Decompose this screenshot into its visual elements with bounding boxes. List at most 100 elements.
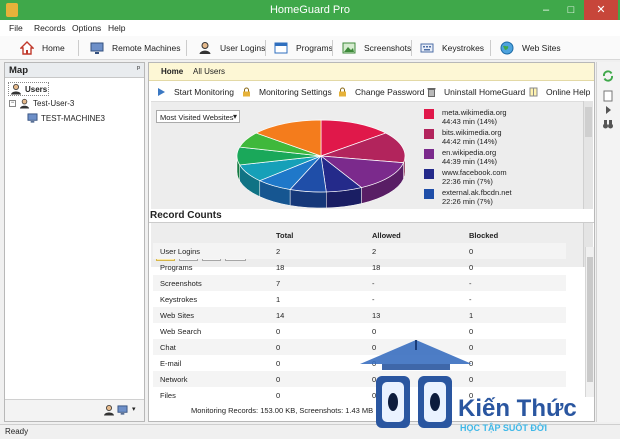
scrollbar-thumb[interactable] xyxy=(585,107,592,137)
window-title: HomeGuard Pro xyxy=(269,4,351,16)
monitoring-settings-button[interactable]: Monitoring Settings xyxy=(242,87,332,97)
legend-swatch xyxy=(424,189,434,199)
user-icon xyxy=(19,98,30,109)
add-computer-icon[interactable] xyxy=(117,405,128,415)
toolbar-separator xyxy=(186,40,187,56)
users-icon xyxy=(11,84,21,95)
chart-type-select[interactable]: Most Visited Websites ▾ xyxy=(156,110,240,123)
add-user-icon[interactable] xyxy=(103,404,115,416)
pin-icon[interactable]: ᵖ xyxy=(137,64,140,73)
uninstall-homeguard-button[interactable]: Uninstall HomeGuard xyxy=(427,87,525,97)
legend-site: en.wikipedia.org xyxy=(442,148,497,157)
table-row[interactable]: Programs 18 18 0 xyxy=(153,259,566,275)
tree-item-test-user-3[interactable]: − Test-User-3 xyxy=(9,98,74,109)
table-row[interactable]: User Logins 2 2 0 xyxy=(153,243,566,259)
dropdown-arrow-icon[interactable]: ▾ xyxy=(132,405,136,413)
record-counts-title: Record Counts xyxy=(149,209,594,223)
play-icon xyxy=(158,88,165,96)
record-total: 0 xyxy=(276,375,281,384)
maximize-button[interactable]: □ xyxy=(558,0,584,20)
kienthuc-watermark-logo: Kiến Thức HỌC TẬP SUỐT ĐỜI xyxy=(360,340,577,433)
record-total: 14 xyxy=(276,311,285,320)
legend-text: external.ak.fbcdn.net 22:26 min (7%) xyxy=(442,188,512,206)
arrow-right-icon[interactable] xyxy=(602,104,614,116)
legend-item[interactable]: www.facebook.com 22:36 min (7%) xyxy=(424,168,507,186)
legend-swatch xyxy=(424,109,434,119)
collapse-icon[interactable]: − xyxy=(9,100,16,107)
record-allowed: 18 xyxy=(372,263,381,272)
table-row[interactable]: Keystrokes 1 - - xyxy=(153,291,566,307)
monitor-icon xyxy=(90,42,104,54)
toolbar-web-sites-button[interactable]: Web Sites xyxy=(500,40,561,56)
map-panel: Map ᵖ Users − Test-User-3 TEST-MACHINE3 … xyxy=(4,62,145,422)
title-bar: HomeGuard Pro – □ ✕ xyxy=(0,0,620,20)
record-total: 7 xyxy=(276,279,281,288)
breadcrumb: Home All Users xyxy=(149,63,594,81)
toolbar-separator xyxy=(332,40,333,56)
legend-item[interactable]: meta.wikimedia.org 44:43 min (14%) xyxy=(424,108,507,126)
toolbar-separator xyxy=(265,40,266,56)
record-type: Chat xyxy=(160,343,176,352)
toolbar-screenshots-button[interactable]: Screenshots xyxy=(342,40,411,56)
record-allowed: 13 xyxy=(372,311,381,320)
record-allowed: 0 xyxy=(372,327,377,336)
watermark-brand: Kiến Thức xyxy=(458,395,577,422)
record-total: 0 xyxy=(276,359,281,368)
legend-site: meta.wikimedia.org xyxy=(442,108,507,117)
record-blocked: 0 xyxy=(469,263,474,272)
toolbar-separator xyxy=(78,40,79,56)
map-panel-footer: ▾ xyxy=(5,399,144,421)
legend-item[interactable]: bits.wikimedia.org 44:42 min (14%) xyxy=(424,128,502,146)
record-type: User Logins xyxy=(160,247,201,256)
binoculars-icon[interactable] xyxy=(602,118,614,130)
toolbar-user-logins-button[interactable]: User Logins xyxy=(198,40,265,56)
menu-bar: File Records Options Help xyxy=(0,20,620,36)
column-header-allowed: Allowed xyxy=(372,231,401,240)
table-row[interactable]: Screenshots 7 - - xyxy=(153,275,566,291)
change-password-button[interactable]: Change Password xyxy=(338,87,424,97)
table-row[interactable]: Web Sites 14 13 1 xyxy=(153,307,566,323)
legend-swatch xyxy=(424,169,434,179)
menu-help[interactable]: Help xyxy=(108,23,125,33)
lock-icon xyxy=(339,87,346,97)
record-type: Programs xyxy=(160,263,193,272)
start-monitoring-button[interactable]: Start Monitoring xyxy=(157,87,234,97)
menu-file[interactable]: File xyxy=(9,23,23,33)
tree-item-test-machine3[interactable]: TEST-MACHINE3 xyxy=(27,113,105,123)
minimize-button[interactable]: – xyxy=(533,0,559,20)
tree-item-users[interactable]: Users xyxy=(8,82,50,96)
document-icon[interactable] xyxy=(602,90,614,102)
breadcrumb-current: All Users xyxy=(193,67,226,76)
column-header-blocked: Blocked xyxy=(469,231,499,240)
record-blocked: 0 xyxy=(469,247,474,256)
online-help-button[interactable]: Online Help xyxy=(529,87,590,97)
toolbar-home-button[interactable]: Home xyxy=(20,40,65,56)
toolbar-programs-button[interactable]: Programs xyxy=(274,40,333,56)
action-bar: Start Monitoring Monitoring Settings Cha… xyxy=(149,83,594,101)
toolbar: Home Remote Machines User Logins Program… xyxy=(0,36,620,60)
record-total: 1 xyxy=(276,295,281,304)
status-text: Ready xyxy=(5,427,29,436)
refresh-icon[interactable] xyxy=(602,70,614,82)
legend-text: meta.wikimedia.org 44:43 min (14%) xyxy=(442,108,507,126)
record-total: 0 xyxy=(276,343,281,352)
menu-options[interactable]: Options xyxy=(72,23,101,33)
chart-scrollbar[interactable] xyxy=(583,101,593,267)
record-allowed: - xyxy=(372,279,375,288)
legend-item[interactable]: external.ak.fbcdn.net 22:26 min (7%) xyxy=(424,188,512,206)
legend-site: www.facebook.com xyxy=(442,168,507,177)
record-type: Keystrokes xyxy=(160,295,198,304)
breadcrumb-home[interactable]: Home xyxy=(161,67,183,76)
legend-item[interactable]: en.wikipedia.org 44:39 min (14%) xyxy=(424,148,497,166)
close-button[interactable]: ✕ xyxy=(584,0,618,20)
legend-text: en.wikipedia.org 44:39 min (14%) xyxy=(442,148,497,166)
legend-text: www.facebook.com 22:36 min (7%) xyxy=(442,168,507,186)
toolbar-keystrokes-button[interactable]: Keystrokes xyxy=(420,40,484,56)
menu-records[interactable]: Records xyxy=(34,23,66,33)
record-blocked: - xyxy=(469,295,472,304)
toolbar-remote-machines-button[interactable]: Remote Machines xyxy=(90,40,181,56)
column-header-total: Total xyxy=(276,231,294,240)
legend-value: 44:39 min (14%) xyxy=(442,157,498,166)
record-type: Screenshots xyxy=(160,279,202,288)
record-type: Network xyxy=(160,375,188,384)
